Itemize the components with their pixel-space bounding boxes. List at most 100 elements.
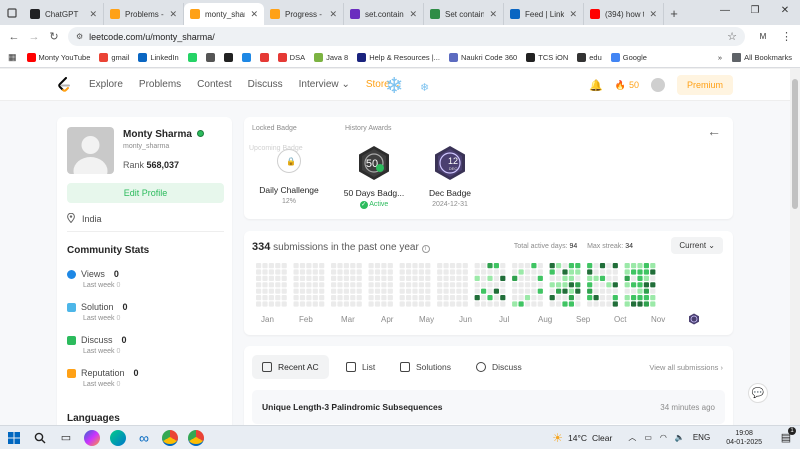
heatmap-day-cell[interactable] — [587, 288, 593, 294]
heatmap-day-cell[interactable] — [425, 295, 431, 301]
heatmap-day-cell[interactable] — [319, 288, 325, 294]
heatmap-day-cell[interactable] — [487, 275, 493, 281]
heatmap-day-cell[interactable] — [643, 301, 649, 307]
heatmap-day-cell[interactable] — [593, 301, 599, 307]
heatmap-day-cell[interactable] — [443, 301, 449, 307]
heatmap-day-cell[interactable] — [575, 288, 581, 294]
heatmap-day-cell[interactable] — [537, 269, 543, 275]
browser-tab[interactable]: monty_sharm✕ — [184, 3, 264, 25]
heatmap-day-cell[interactable] — [587, 295, 593, 301]
restore-icon[interactable]: ❐ — [740, 0, 770, 25]
feedback-chat-button[interactable]: 💬 — [748, 383, 768, 403]
heatmap-day-cell[interactable] — [518, 301, 524, 307]
heatmap-day-cell[interactable] — [493, 282, 499, 288]
heatmap-day-cell[interactable] — [374, 263, 381, 269]
close-tab-icon[interactable]: ✕ — [649, 9, 657, 20]
new-tab-button[interactable]: + — [664, 3, 684, 25]
heatmap-day-cell[interactable] — [312, 288, 318, 294]
heatmap-day-cell[interactable] — [524, 282, 531, 288]
heatmap-day-cell[interactable] — [599, 282, 606, 288]
heatmap-day-cell[interactable] — [562, 282, 568, 288]
heatmap-day-cell[interactable] — [575, 275, 581, 281]
close-tab-icon[interactable]: ✕ — [409, 9, 417, 20]
browser-tab[interactable]: set.contains ✕ — [344, 3, 424, 25]
heatmap-day-cell[interactable] — [631, 301, 637, 307]
heatmap-day-cell[interactable] — [262, 288, 268, 294]
heatmap-day-cell[interactable] — [399, 301, 405, 307]
heatmap-day-cell[interactable] — [443, 263, 449, 269]
notification-bell-icon[interactable]: 🔔 — [589, 79, 603, 92]
heatmap-day-cell[interactable] — [406, 288, 412, 294]
heatmap-day-cell[interactable] — [281, 263, 287, 269]
heatmap-day-cell[interactable] — [518, 269, 524, 275]
heatmap-day-cell[interactable] — [299, 288, 306, 294]
heatmap-day-cell[interactable] — [493, 269, 499, 275]
heatmap-day-cell[interactable] — [587, 275, 593, 281]
heatmap-day-cell[interactable] — [512, 275, 518, 281]
heatmap-day-cell[interactable] — [306, 275, 312, 281]
heatmap-day-cell[interactable] — [637, 282, 643, 288]
heatmap-day-cell[interactable] — [418, 269, 424, 275]
heatmap-day-cell[interactable] — [637, 275, 643, 281]
heatmap-day-cell[interactable] — [606, 269, 612, 275]
heatmap-day-cell[interactable] — [437, 282, 443, 288]
heatmap-day-cell[interactable] — [650, 301, 656, 307]
heatmap-day-cell[interactable] — [637, 269, 643, 275]
heatmap-day-cell[interactable] — [368, 269, 374, 275]
heatmap-day-cell[interactable] — [319, 269, 325, 275]
heatmap-day-cell[interactable] — [412, 288, 418, 294]
heatmap-day-cell[interactable] — [556, 263, 562, 269]
heatmap-day-cell[interactable] — [593, 282, 599, 288]
heatmap-day-cell[interactable] — [319, 282, 325, 288]
heatmap-day-cell[interactable] — [462, 263, 468, 269]
clock[interactable]: 19:08 04-01-2025 — [726, 429, 762, 447]
heatmap-day-cell[interactable] — [474, 288, 480, 294]
heatmap-day-cell[interactable] — [412, 295, 418, 301]
heatmap-day-cell[interactable] — [343, 275, 349, 281]
heatmap-day-cell[interactable] — [412, 275, 418, 281]
monthly-badge-icon[interactable] — [688, 313, 700, 325]
heatmap-day-cell[interactable] — [350, 282, 356, 288]
heatmap-day-cell[interactable] — [437, 275, 443, 281]
heatmap-day-cell[interactable] — [312, 269, 318, 275]
heatmap-day-cell[interactable] — [331, 282, 337, 288]
heatmap-day-cell[interactable] — [268, 282, 274, 288]
heatmap-day-cell[interactable] — [474, 301, 480, 307]
heatmap-day-cell[interactable] — [368, 275, 374, 281]
scrollbar-thumb[interactable] — [792, 79, 798, 209]
heatmap-day-cell[interactable] — [268, 263, 274, 269]
heatmap-day-cell[interactable] — [425, 275, 431, 281]
heatmap-day-cell[interactable] — [624, 275, 630, 281]
heatmap-day-cell[interactable] — [487, 301, 493, 307]
heatmap-day-cell[interactable] — [549, 275, 555, 281]
edit-profile-button[interactable]: Edit Profile — [67, 183, 224, 203]
heatmap-day-cell[interactable] — [337, 288, 343, 294]
heatmap-day-cell[interactable] — [462, 269, 468, 275]
heatmap-day-cell[interactable] — [443, 295, 449, 301]
heatmap-day-cell[interactable] — [612, 301, 618, 307]
heatmap-day-cell[interactable] — [537, 275, 543, 281]
heatmap-day-cell[interactable] — [256, 301, 262, 307]
tab-discuss[interactable]: Discuss — [466, 355, 532, 379]
heatmap-day-cell[interactable] — [299, 295, 306, 301]
heatmap-day-cell[interactable] — [487, 263, 493, 269]
heatmap-day-cell[interactable] — [412, 263, 418, 269]
heatmap-day-cell[interactable] — [299, 301, 306, 307]
heatmap-day-cell[interactable] — [500, 288, 506, 294]
info-icon[interactable]: i — [421, 245, 430, 253]
chrome-profile-icon[interactable] — [188, 429, 204, 446]
heatmap-day-cell[interactable] — [343, 282, 349, 288]
heatmap-day-cell[interactable] — [368, 263, 374, 269]
heatmap-day-cell[interactable] — [643, 288, 649, 294]
heatmap-day-cell[interactable] — [312, 275, 318, 281]
weather-widget[interactable]: ☀ 14°C Clear — [552, 431, 612, 445]
heatmap-day-cell[interactable] — [256, 269, 262, 275]
tab-solutions[interactable]: Solutions — [390, 355, 461, 379]
heatmap-day-cell[interactable] — [500, 295, 506, 301]
heatmap-day-cell[interactable] — [443, 269, 449, 275]
heatmap-day-cell[interactable] — [456, 263, 462, 269]
heatmap-day-cell[interactable] — [556, 275, 562, 281]
heatmap-day-cell[interactable] — [637, 301, 643, 307]
heatmap-day-cell[interactable] — [531, 301, 537, 307]
heatmap-day-cell[interactable] — [406, 301, 412, 307]
